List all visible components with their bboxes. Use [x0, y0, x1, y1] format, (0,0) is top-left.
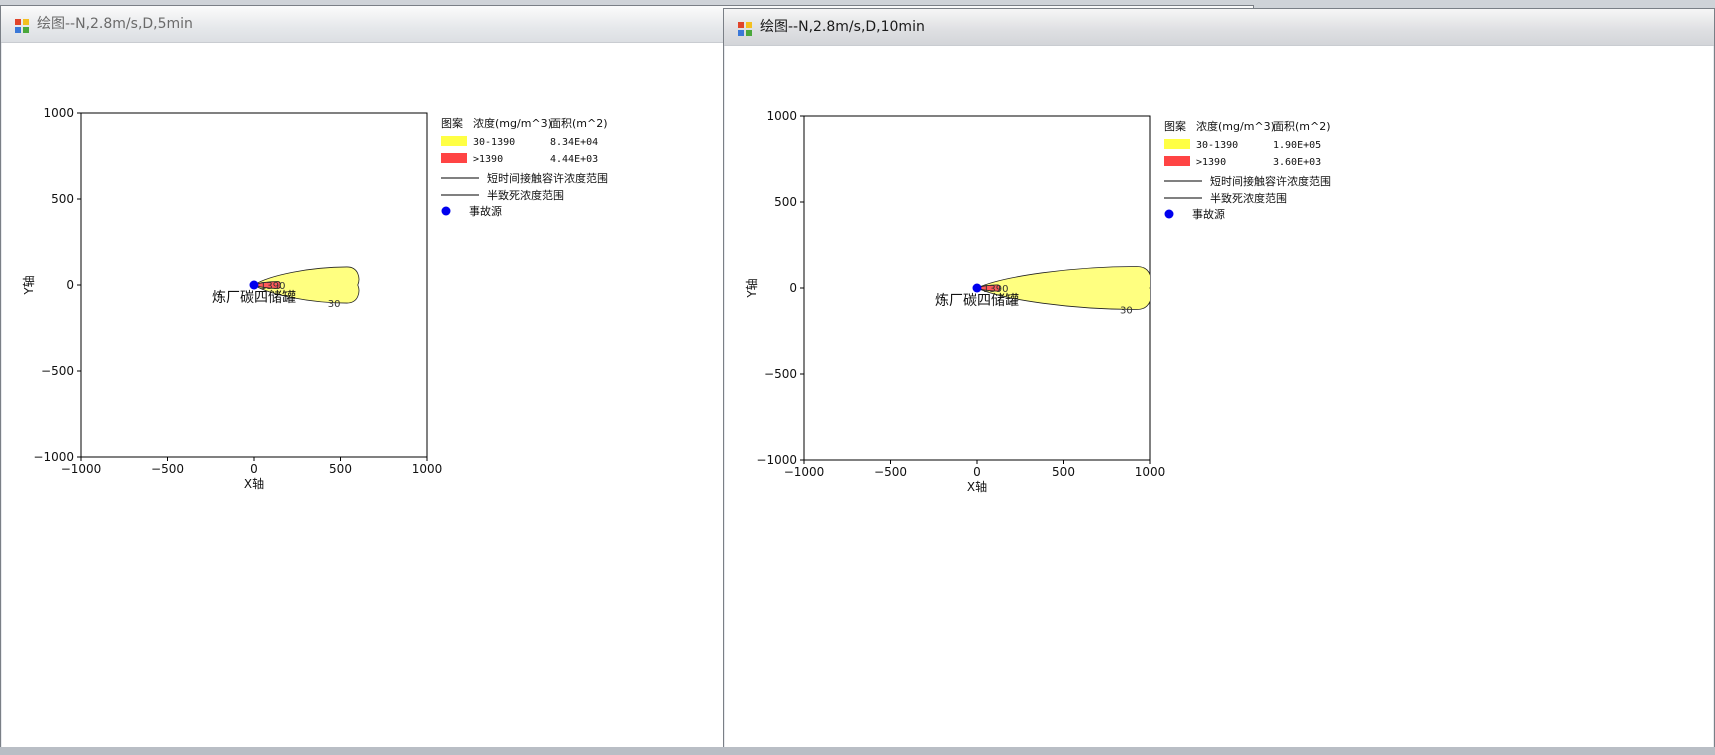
y-tick-label: −500: [764, 367, 797, 381]
legend-row1-range: 30-1390: [1196, 140, 1238, 151]
legend-row1-area: 8.34E+04: [550, 137, 598, 148]
legend-source-dot: [1164, 209, 1174, 219]
legend-header-pattern: 图案: [441, 116, 463, 130]
x-tick-label: −1000: [784, 465, 825, 479]
source-label: 炼厂碳四储罐: [212, 290, 296, 306]
x-tick-label: 1000: [1135, 465, 1166, 479]
y-tick-label: −500: [41, 364, 74, 378]
x-tick-label: 500: [329, 462, 352, 476]
legend-row1-range: 30-1390: [473, 137, 515, 148]
legend-swatch-yellow: [441, 136, 467, 146]
legend-source-label: 事故源: [469, 204, 502, 218]
legend-source-dot: [441, 206, 451, 216]
legend-row2-area: 4.44E+03: [550, 154, 598, 165]
legend-header-area: 面积(m^2): [1273, 120, 1331, 133]
taskbar-strip: [0, 747, 1715, 755]
legend-header-conc: 浓度(mg/m^3): [1196, 119, 1275, 133]
legend-swatch-red: [441, 153, 467, 163]
legend-swatch-yellow: [1164, 139, 1190, 149]
source-marker: [249, 280, 259, 290]
window-title: 绘图--N,2.8m/s,D,10min: [760, 19, 925, 35]
app-icon: [738, 22, 752, 36]
x-tick-label: −1000: [61, 462, 102, 476]
x-tick-label: 500: [1052, 465, 1075, 479]
legend-line2-label: 半致死浓度范围: [1210, 191, 1287, 205]
y-tick-label: 0: [66, 278, 74, 292]
contour-label-outer: 30: [1120, 306, 1133, 317]
legend-row1-area: 1.90E+05: [1273, 140, 1321, 151]
window-titlebar[interactable]: 绘图--N,2.8m/s,D,10min: [724, 9, 1714, 46]
y-tick-label: 1000: [766, 109, 797, 123]
x-tick-label: 0: [250, 462, 258, 476]
window-title: 绘图--N,2.8m/s,D,5min: [37, 16, 193, 32]
contour-plot: 301390炼厂碳四储罐−1000 −500 0 500 100010005000−50…: [744, 109, 1331, 494]
y-tick-label: 1000: [43, 106, 74, 120]
legend-swatch-red: [1164, 156, 1190, 166]
legend-header-pattern: 图案: [1164, 119, 1186, 133]
y-tick-label: 0: [789, 281, 797, 295]
x-tick-label: 1000: [412, 462, 443, 476]
legend-header-area: 面积(m^2): [550, 117, 608, 130]
x-axis-label: X轴: [967, 479, 987, 494]
x-tick-label: 0: [973, 465, 981, 479]
y-axis-label: Y轴: [744, 278, 759, 298]
y-axis-label: Y轴: [21, 275, 36, 295]
legend-line2-label: 半致死浓度范围: [487, 188, 564, 202]
contour-label-outer: 30: [328, 299, 341, 310]
legend-line1-label: 短时间接触容许浓度范围: [487, 171, 608, 185]
legend-row2-range: >1390: [473, 154, 503, 165]
plot-window-10min[interactable]: 绘图--N,2.8m/s,D,10min 30 1390 炼厂碳四储罐 −1000 −5…: [723, 8, 1715, 752]
legend-header-conc: 浓度(mg/m^3): [473, 116, 552, 130]
y-tick-label: 500: [51, 192, 74, 206]
legend-row2-area: 3.60E+03: [1273, 157, 1321, 168]
y-tick-label: −1000: [33, 450, 74, 464]
legend-row2-range: >1390: [1196, 157, 1226, 168]
x-tick-label: −500: [874, 465, 907, 479]
source-marker: [972, 283, 982, 293]
x-tick-label: −500: [151, 462, 184, 476]
legend-line1-label: 短时间接触容许浓度范围: [1210, 174, 1331, 188]
y-tick-label: 500: [774, 195, 797, 209]
app-icon: [15, 19, 29, 33]
y-tick-label: −1000: [756, 453, 797, 467]
legend-source-label: 事故源: [1192, 207, 1225, 221]
source-label: 炼厂碳四储罐: [935, 293, 1019, 309]
plot-client-area: 30 1390 炼厂碳四储罐 −1000 −500 0 500 1000 1000 500 0 −50…: [734, 46, 1705, 741]
x-axis-label: X轴: [244, 476, 264, 491]
